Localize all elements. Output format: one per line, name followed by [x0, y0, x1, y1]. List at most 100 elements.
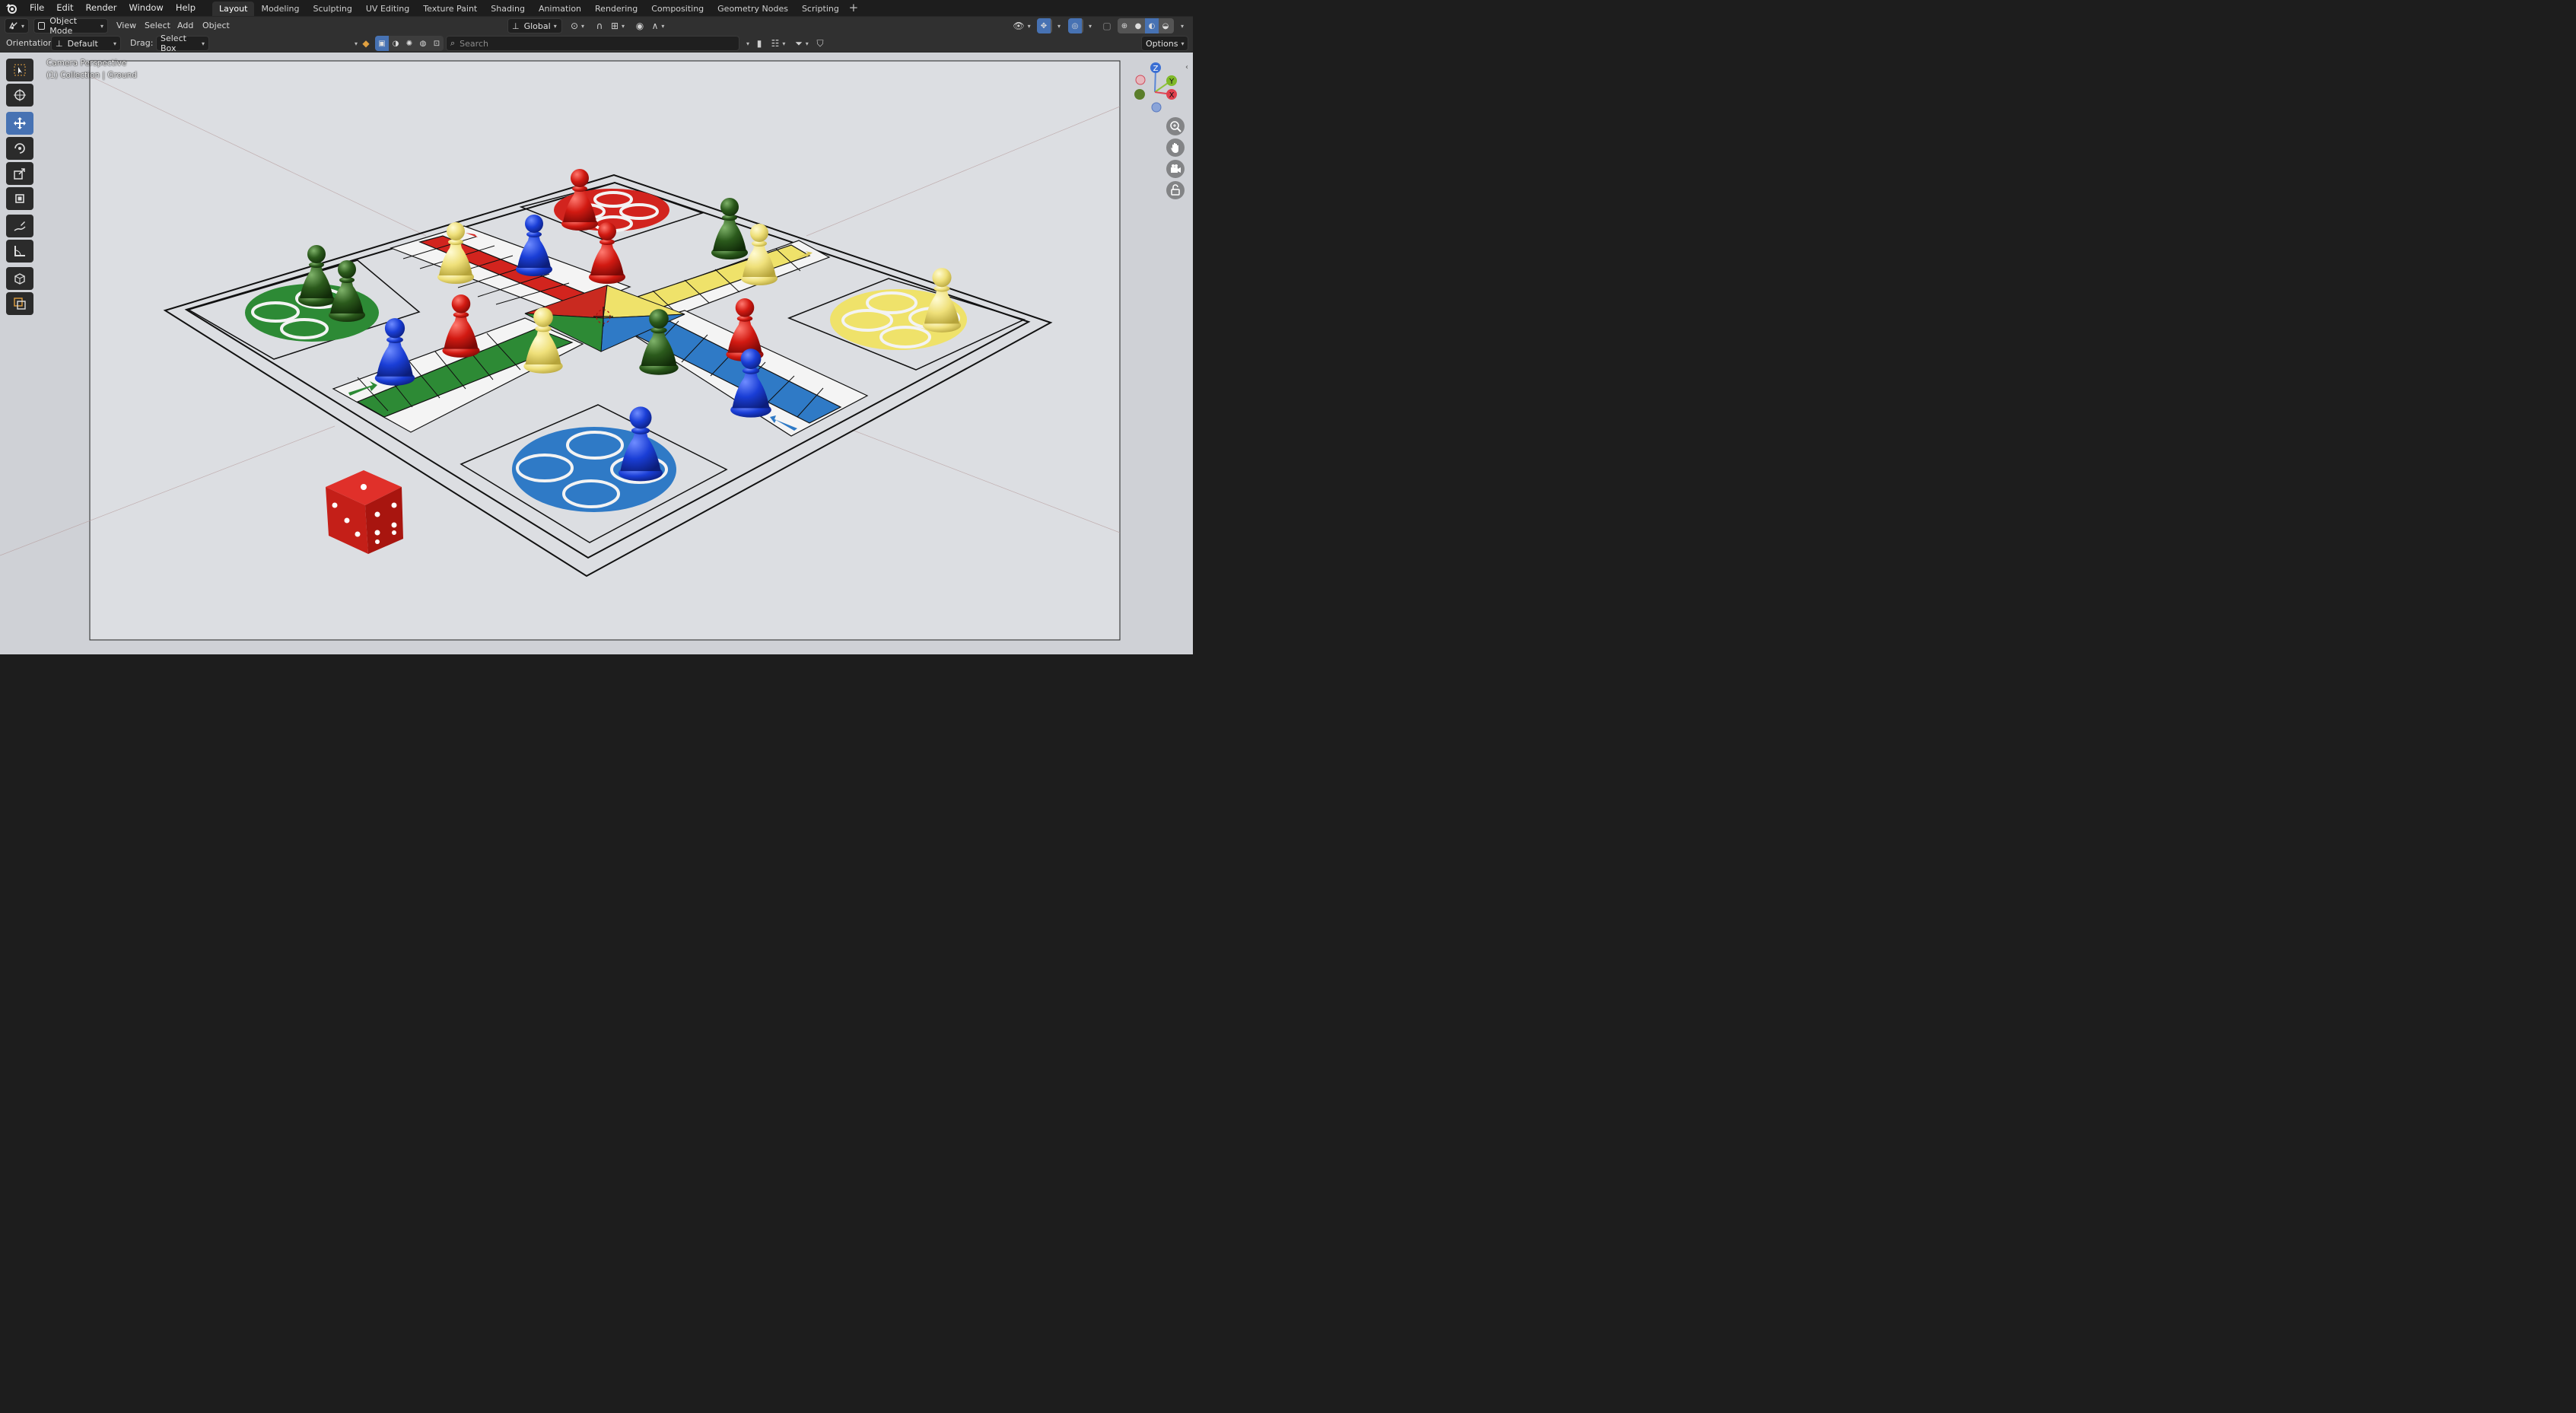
- menu-window[interactable]: Window: [122, 0, 169, 16]
- overlays-icon: ◎: [1068, 18, 1082, 33]
- mesh-filter-icon[interactable]: ▣: [375, 36, 389, 51]
- tool-measure[interactable]: [6, 240, 33, 263]
- menu-edit[interactable]: Edit: [50, 0, 79, 16]
- filter-button[interactable]: ⏷ ▾: [791, 36, 813, 51]
- tab-layout[interactable]: Layout: [212, 2, 255, 16]
- shield-button[interactable]: ⛉: [814, 36, 826, 51]
- search-input[interactable]: ⌕ Search: [446, 36, 739, 51]
- menu-help[interactable]: Help: [170, 0, 202, 16]
- chevron-down-icon: ▾: [622, 22, 625, 30]
- material-filter-icon[interactable]: ◑: [389, 36, 402, 51]
- menu-file[interactable]: File: [24, 0, 50, 16]
- search-options[interactable]: ▾: [741, 36, 752, 51]
- tool-cursor[interactable]: [6, 84, 33, 107]
- tool-rotate[interactable]: [6, 137, 33, 160]
- bookmark-button[interactable]: ▮: [753, 36, 765, 51]
- tab-modeling[interactable]: Modeling: [254, 2, 306, 16]
- asset-browser-toggle[interactable]: ◆: [360, 36, 372, 51]
- menu-add[interactable]: Add: [177, 21, 193, 30]
- tab-animation[interactable]: Animation: [532, 2, 588, 16]
- gizmo-toggle[interactable]: ✥: [1037, 18, 1052, 33]
- overlays-options[interactable]: ▾: [1084, 18, 1093, 33]
- falloff-button[interactable]: ∧ ▾: [648, 18, 668, 33]
- solid-shading-icon[interactable]: ●: [1131, 18, 1145, 33]
- add-workspace-button[interactable]: +: [846, 0, 861, 16]
- workspace-tabs: Layout Modeling Sculpting UV Editing Tex…: [212, 0, 846, 16]
- tool-select-box[interactable]: [6, 59, 33, 81]
- funnel-icon: ⏷: [795, 37, 803, 49]
- menu-object[interactable]: Object: [202, 21, 230, 30]
- tool-annotate[interactable]: [6, 215, 33, 237]
- proportional-edit-toggle[interactable]: ◉: [633, 18, 647, 33]
- node-filter-icon[interactable]: ⊡: [430, 36, 444, 51]
- scene-render: [0, 53, 1193, 654]
- transform-icon: [15, 194, 24, 203]
- zoom-button[interactable]: [1166, 117, 1185, 135]
- filter-expand-button[interactable]: ▾: [349, 36, 360, 51]
- overlays-toggle[interactable]: ◎: [1068, 18, 1083, 33]
- rendered-shading-icon[interactable]: ◒: [1159, 18, 1172, 33]
- orientation-value: Default: [67, 38, 98, 49]
- tab-shading[interactable]: Shading: [484, 2, 532, 16]
- rotate-icon: [14, 143, 25, 154]
- magnet-icon: ∩: [596, 21, 603, 31]
- chevron-down-icon: ▾: [21, 22, 24, 30]
- orientation-dropdown[interactable]: ⊥ Default ▾: [51, 36, 121, 51]
- sidebar-toggle-icon[interactable]: ‹: [1185, 63, 1193, 72]
- tab-geometry-nodes[interactable]: Geometry Nodes: [711, 2, 795, 16]
- select-box-icon: [14, 64, 26, 76]
- snap-target-button[interactable]: ⊞ ▾: [608, 18, 628, 33]
- chevron-down-icon: ▾: [581, 22, 585, 30]
- menu-view[interactable]: View: [116, 21, 136, 30]
- tool-add-cube[interactable]: [6, 267, 33, 290]
- 3d-viewport[interactable]: Camera Perspective (1) Collection | Grou…: [0, 53, 1193, 654]
- cursor-icon: [14, 89, 26, 101]
- pan-button[interactable]: [1166, 138, 1185, 157]
- options-dropdown[interactable]: Options ▾: [1141, 36, 1188, 51]
- tab-rendering[interactable]: Rendering: [588, 2, 644, 16]
- gizmo-options[interactable]: ▾: [1053, 18, 1062, 33]
- xray-toggle[interactable]: ▢: [1100, 18, 1114, 33]
- camera-view-button[interactable]: [1166, 160, 1185, 178]
- tab-scripting[interactable]: Scripting: [795, 2, 846, 16]
- x-axis-label: X: [1169, 91, 1175, 100]
- menu-select[interactable]: Select: [145, 21, 170, 30]
- light-filter-icon[interactable]: ✺: [402, 36, 416, 51]
- tab-uv-editing[interactable]: UV Editing: [359, 2, 416, 16]
- lock-icon: [1171, 184, 1180, 196]
- blender-logo-icon[interactable]: [5, 2, 17, 14]
- chevron-down-icon: ▾: [805, 40, 809, 47]
- tool-move[interactable]: [6, 112, 33, 135]
- drag-dropdown[interactable]: Select Box ▾: [156, 33, 209, 53]
- mode-dropdown[interactable]: Object Mode ▾: [33, 16, 108, 36]
- pivot-point-button[interactable]: ⊙ ▾: [567, 18, 588, 33]
- menu-render[interactable]: Render: [80, 0, 123, 16]
- bookmark-icon: ▮: [756, 38, 762, 49]
- tab-compositing[interactable]: Compositing: [644, 2, 711, 16]
- orientation-global-label: Global: [523, 21, 551, 31]
- wireframe-shading-icon[interactable]: ⊕: [1118, 18, 1131, 33]
- material-preview-icon[interactable]: ◐: [1145, 18, 1159, 33]
- snap-toggle[interactable]: ∩: [592, 18, 607, 33]
- tool-settings-header: Orientation: ⊥ Default ▾ Drag: Select Bo…: [0, 33, 1193, 53]
- editor-type-button[interactable]: ▾: [5, 18, 29, 33]
- tool-transform[interactable]: [6, 187, 33, 210]
- world-filter-icon[interactable]: ◍: [416, 36, 430, 51]
- visibility-button[interactable]: 👁 ▾: [1010, 18, 1033, 33]
- tool-scale-cage[interactable]: [6, 292, 33, 315]
- chevron-down-icon: ▾: [113, 40, 116, 47]
- axis-gizmo[interactable]: Z Y X: [1132, 62, 1181, 116]
- display-mode-button[interactable]: ☷ ▾: [767, 36, 790, 51]
- tab-texture-paint[interactable]: Texture Paint: [416, 2, 484, 16]
- scale-icon: [14, 168, 25, 180]
- shading-mode-group: ⊕ ● ◐ ◒: [1118, 18, 1174, 33]
- tool-scale[interactable]: [6, 162, 33, 185]
- shading-options[interactable]: ▾: [1175, 18, 1186, 33]
- chevron-down-icon: ▾: [1057, 22, 1061, 30]
- drag-value: Select Box: [161, 33, 186, 53]
- transform-orientation-dropdown[interactable]: ⊥ Global ▾: [507, 18, 562, 33]
- tab-sculpting[interactable]: Sculpting: [307, 2, 359, 16]
- lock-camera-button[interactable]: [1166, 181, 1185, 199]
- z-axis-label: Z: [1153, 65, 1159, 73]
- chevron-down-icon: ▾: [746, 40, 749, 47]
